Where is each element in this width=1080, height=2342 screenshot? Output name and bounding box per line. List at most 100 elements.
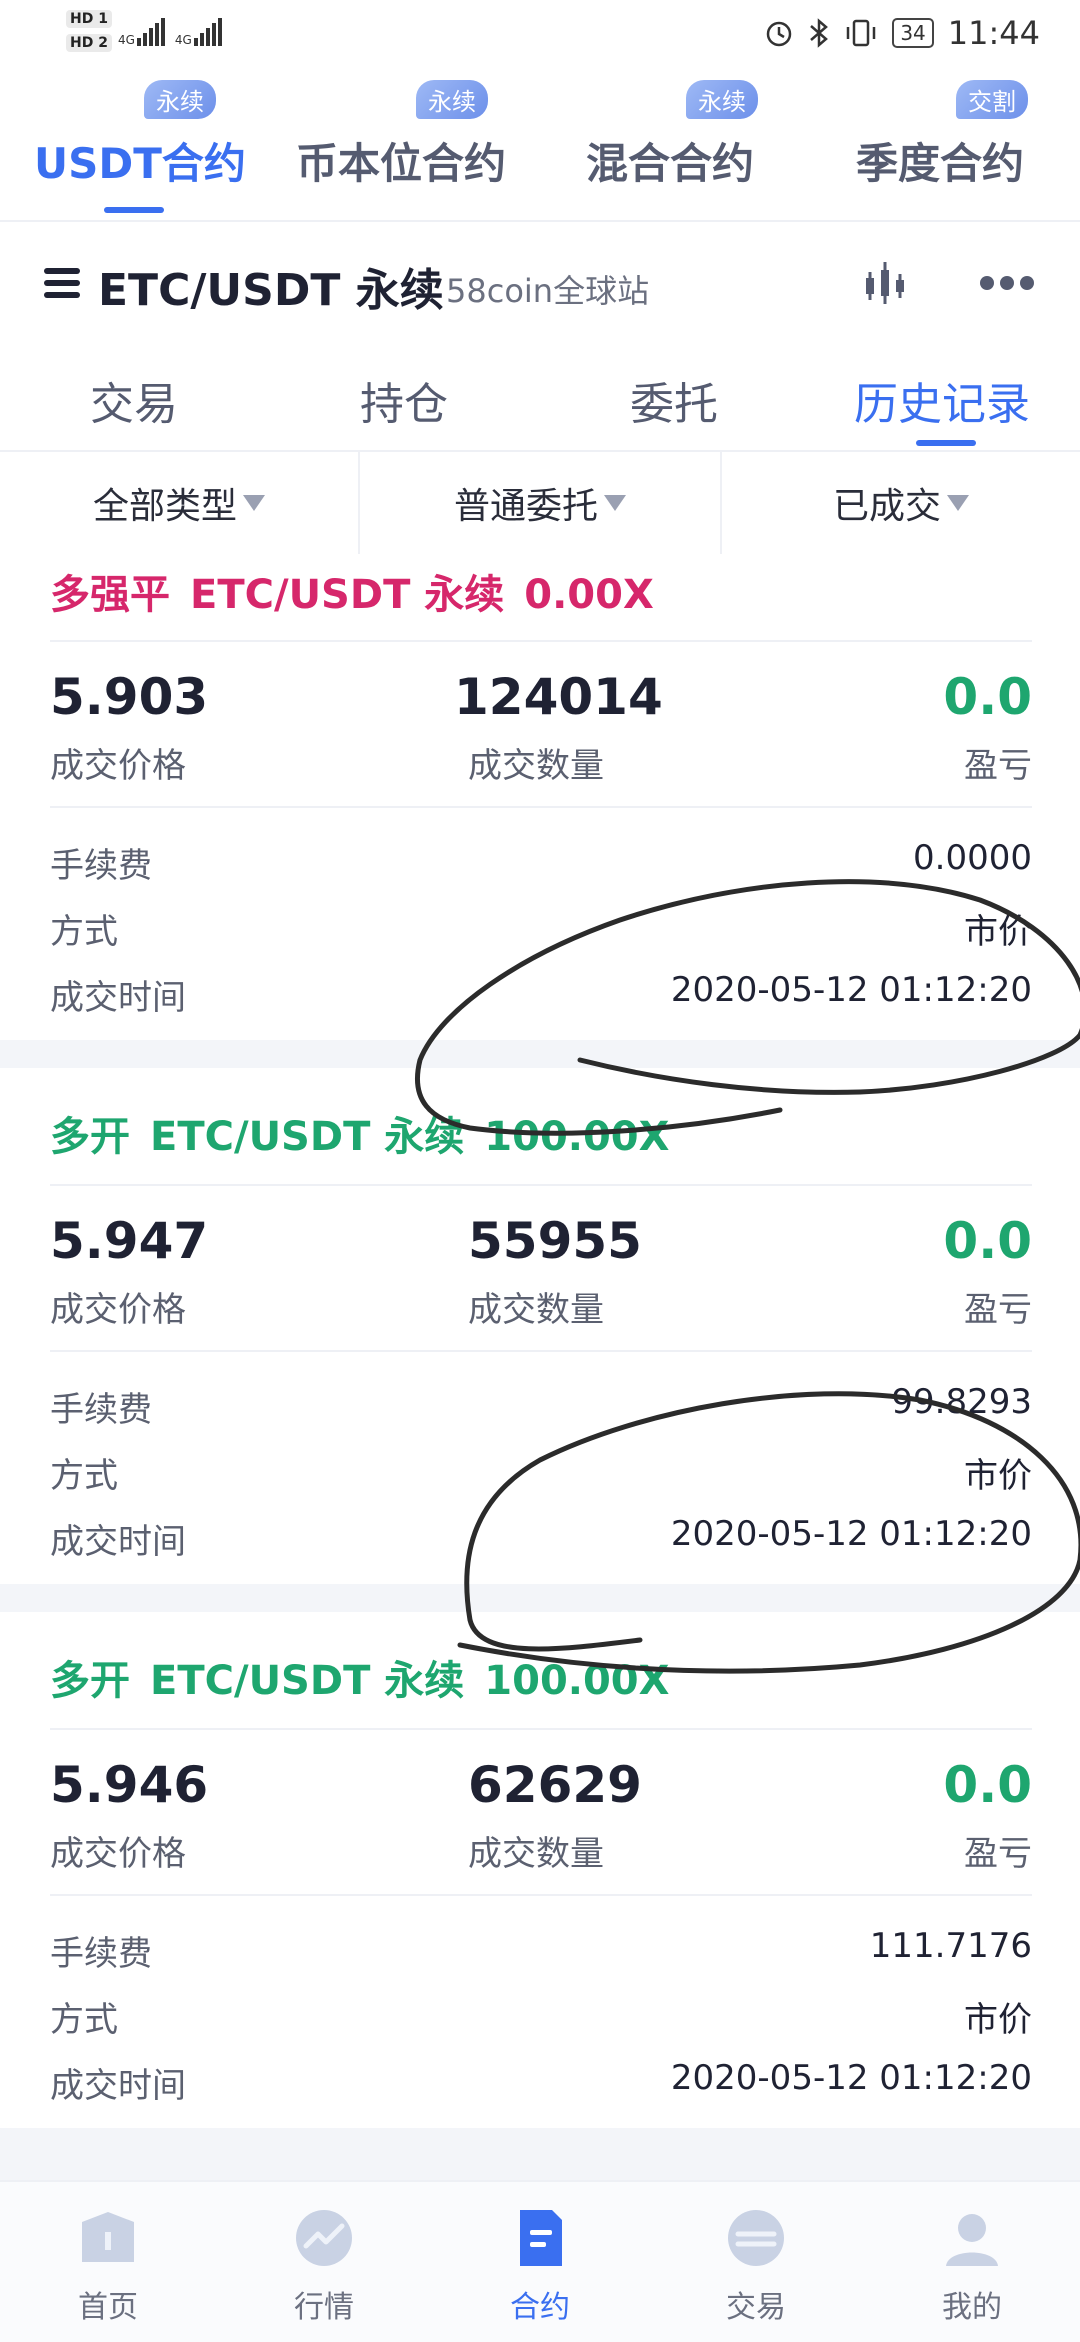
profile-icon [946, 2214, 998, 2266]
tab-history[interactable]: 历史记录 [854, 368, 1030, 432]
type-filter-label: 全部类型 [92, 486, 237, 527]
fill-quantity: 124014 [454, 668, 663, 726]
divider [0, 220, 1080, 222]
bluetooth-icon [810, 18, 829, 48]
hd1-indicator: HD 1 [66, 10, 112, 28]
status-filter-dropdown[interactable]: 已成交 [722, 452, 1080, 554]
contract-icon [520, 2210, 562, 2266]
pnl-value: 0.0 [943, 1212, 1032, 1270]
status-filter-label: 已成交 [832, 486, 941, 527]
alarm-icon [767, 21, 792, 47]
fill-price-label: 成交价格 [50, 1834, 186, 1874]
method-value: 市价 [964, 1456, 1032, 1496]
fee-value: 111.7176 [869, 1926, 1032, 1966]
nav-contract[interactable]: 合约 [470, 2206, 610, 2336]
signal-bars-icon [136, 18, 165, 46]
fee-label: 手续费 [50, 846, 152, 886]
pnl-value: 0.0 [943, 1756, 1032, 1814]
fill-price: 5.947 [50, 1212, 209, 1270]
method-label: 方式 [50, 1456, 118, 1496]
tab-badge: 永续 [686, 80, 758, 119]
record-title: 多开 ETC/USDT 永续 100.00X [50, 1658, 670, 1704]
status-bar: HD 1 HD 2 4G 4G 34 11:44 [0, 0, 1080, 72]
tab-badge: 永续 [416, 80, 488, 119]
fee-label: 手续费 [50, 1934, 152, 1974]
fill-quantity: 55955 [468, 1212, 642, 1270]
filter-row: 全部类型 普通委托 已成交 [0, 450, 1080, 556]
tab-coin-margined-contract[interactable]: 币本位合约 [296, 130, 506, 191]
fill-quantity-label: 成交数量 [468, 1834, 604, 1874]
fill-time-value: 2020-05-12 01:12:20 [670, 2058, 1032, 2098]
fill-quantity: 62629 [468, 1756, 642, 1814]
fill-price: 5.903 [50, 668, 209, 726]
dropdown-arrow-icon [243, 495, 265, 511]
tab-quarterly-contract[interactable]: 季度合约 [856, 130, 1024, 191]
record-spacer [0, 2128, 1080, 2180]
tab-mixed-contract[interactable]: 混合合约 [586, 130, 754, 191]
order-kind-filter-label: 普通委托 [453, 486, 598, 527]
fill-time-value: 2020-05-12 01:12:20 [670, 1514, 1032, 1554]
type-filter-dropdown[interactable]: 全部类型 [0, 452, 358, 554]
record-spacer [0, 1040, 1080, 1068]
method-value: 市价 [964, 912, 1032, 952]
net1-label: 4G [117, 33, 135, 47]
trade-icon [728, 2210, 784, 2266]
tab-trade[interactable]: 交易 [90, 368, 178, 432]
contract-type-tabs: 永续 USDT合约 永续 币本位合约 永续 混合合约 交割 季度合约 [0, 80, 1080, 220]
net2-label: 4G [174, 33, 192, 47]
fill-time-label: 成交时间 [50, 1522, 186, 1562]
pnl-value: 0.0 [943, 668, 1032, 726]
fill-quantity-label: 成交数量 [468, 746, 604, 786]
history-record: 多强平 ETC/USDT 永续 0.00X 5.903 成交价格 124014 成交… [0, 554, 1080, 1040]
signal-group: HD 1 HD 2 4G 4G [66, 10, 222, 52]
history-record: 多开 ETC/USDT 永续 100.00X 5.947 成交价格 55955 成交… [0, 1068, 1080, 1584]
method-value: 市价 [964, 2000, 1032, 2040]
tab-orders[interactable]: 委托 [630, 368, 718, 432]
battery-indicator: 34 [892, 18, 934, 48]
fill-price-label: 成交价格 [50, 1290, 186, 1330]
record-title: 多开 ETC/USDT 永续 100.00X [50, 1114, 670, 1160]
pair-header: ETC/USDT 永续 58coin全球站 [0, 230, 1080, 330]
fee-label: 手续费 [50, 1390, 152, 1430]
tab-usdt-contract[interactable]: USDT合约 [34, 130, 246, 191]
fill-price-label: 成交价格 [50, 746, 186, 786]
fill-price: 5.946 [50, 1756, 209, 1814]
pair-title[interactable]: ETC/USDT 永续 [98, 254, 444, 318]
record-title: 多强平 ETC/USDT 永续 0.00X [50, 572, 654, 618]
fee-value: 99.8293 [891, 1382, 1032, 1422]
clock: 11:44 [947, 14, 1040, 52]
tab-badge: 永续 [144, 80, 216, 119]
fill-time-value: 2020-05-12 01:12:20 [670, 970, 1032, 1010]
method-label: 方式 [50, 912, 118, 952]
history-record: 多开 ETC/USDT 永续 100.00X 5.946 成交价格 62629 成交… [0, 1612, 1080, 2128]
pnl-label: 盈亏 [964, 746, 1032, 786]
tab-badge: 交割 [956, 80, 1028, 119]
nav-home[interactable]: 首页 [38, 2206, 178, 2336]
pnl-label: 盈亏 [964, 1834, 1032, 1874]
order-kind-filter-dropdown[interactable]: 普通委托 [360, 452, 720, 554]
bottom-navigation: 首页 行情 合约 交易 我的 [0, 2180, 1080, 2342]
nav-market[interactable]: 行情 [254, 2206, 394, 2336]
candlestick-chart-icon[interactable] [862, 260, 908, 306]
pnl-label: 盈亏 [964, 1290, 1032, 1330]
market-icon [296, 2210, 352, 2266]
tab-positions[interactable]: 持仓 [360, 368, 448, 432]
active-tab-indicator [916, 440, 976, 446]
nav-trade[interactable]: 交易 [686, 2206, 826, 2336]
dropdown-arrow-icon [604, 495, 626, 511]
fill-quantity-label: 成交数量 [468, 1290, 604, 1330]
record-spacer [0, 1584, 1080, 1612]
home-icon [82, 2212, 134, 2262]
fill-time-label: 成交时间 [50, 2066, 186, 2106]
fee-value: 0.0000 [913, 838, 1032, 878]
method-label: 方式 [50, 2000, 118, 2040]
vibrate-icon [847, 19, 876, 47]
signal-bars-icon [193, 18, 222, 46]
site-label: 58coin全球站 [446, 272, 650, 310]
more-options-icon[interactable] [980, 276, 1034, 290]
active-tab-indicator [104, 207, 164, 213]
fill-time-label: 成交时间 [50, 978, 186, 1018]
hd2-indicator: HD 2 [66, 34, 112, 52]
nav-profile[interactable]: 我的 [902, 2206, 1042, 2336]
menu-icon[interactable] [44, 268, 80, 298]
